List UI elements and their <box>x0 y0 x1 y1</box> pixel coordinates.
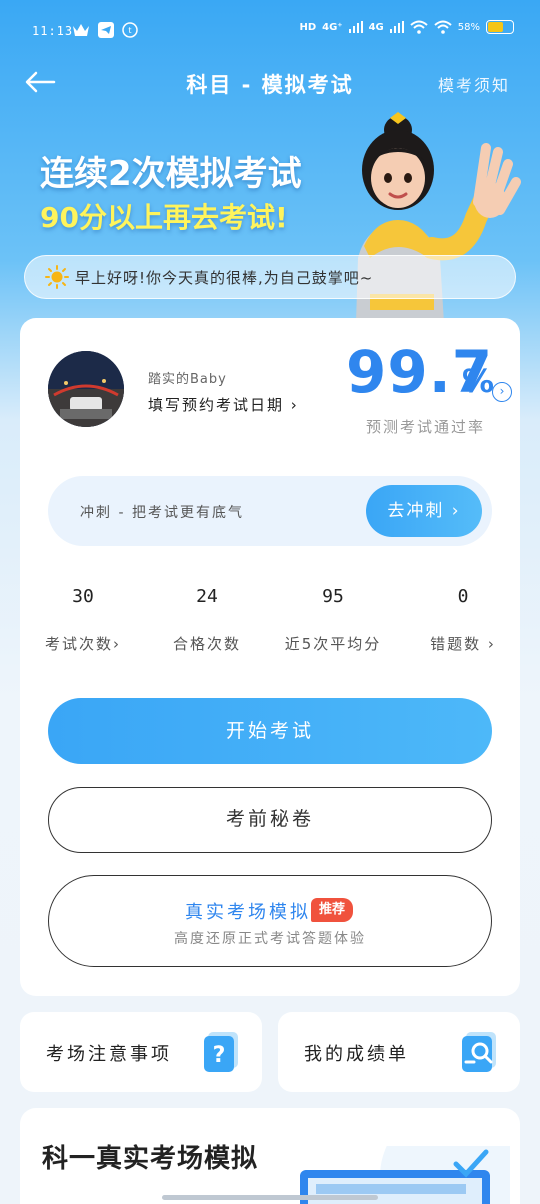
pass-rate-unit: % <box>462 362 495 400</box>
sprint-button[interactable]: 去冲刺 › <box>366 485 482 537</box>
system-icons: HD 4G⁺ 4G 58% <box>299 20 514 34</box>
stat-label: 考试次数› <box>45 635 121 653</box>
stat-pass-count: 24 合格次数 <box>162 586 252 654</box>
real-exam-section: 科一真实考场模拟 <box>20 1108 520 1204</box>
stat-value: 24 <box>196 586 218 607</box>
app-notification-icon: t <box>122 22 138 38</box>
wifi-icon-2 <box>434 20 452 34</box>
telegram-icon <box>98 22 114 38</box>
network-1: 4G⁺ <box>322 21 343 33</box>
score-report-label: 我的成绩单 <box>304 1044 409 1065</box>
stat-value: 0 <box>457 586 469 607</box>
stat-value: 95 <box>322 586 344 607</box>
pre-exam-paper-button[interactable]: 考前秘卷 <box>48 787 492 853</box>
exam-date-link[interactable]: 填写预约考试日期 › <box>148 394 299 415</box>
greeting-bar: 早上好呀!你今天真的很棒,为自己鼓掌吧~ <box>24 255 516 299</box>
exam-notes-card[interactable]: 考场注意事项 ? <box>20 1012 262 1092</box>
svg-text:t: t <box>128 26 131 35</box>
start-exam-button[interactable]: 开始考试 <box>48 698 492 764</box>
stat-value: 30 <box>72 586 94 607</box>
banner-subheadline: 90分以上再去考试! <box>40 201 288 234</box>
home-indicator[interactable] <box>162 1195 378 1200</box>
network-2: 4G <box>368 21 384 33</box>
stat-wrong-count[interactable]: 0 错题数 › <box>418 586 508 654</box>
search-report-icon <box>462 1032 496 1072</box>
real-exam-simulation-button[interactable]: 真实考场模拟 推荐 高度还原正式考试答题体验 <box>48 875 492 967</box>
recommend-badge: 推荐 <box>311 898 354 922</box>
sprint-text: 冲刺 - 把考试更有底气 <box>80 505 244 521</box>
stats-row: 30 考试次数› 24 合格次数 95 近5次平均分 0 错题数 › <box>20 586 520 666</box>
signal-icon-2 <box>389 21 404 33</box>
stat-label: 近5次平均分 <box>284 635 382 653</box>
pass-rate-arrow-icon[interactable]: › <box>492 382 512 402</box>
wifi-icon <box>410 20 428 34</box>
greeting-text: 早上好呀!你今天真的很棒,为自己鼓掌吧~ <box>75 268 374 287</box>
score-report-card[interactable]: 我的成绩单 <box>278 1012 520 1092</box>
status-bar: 11:13 t HD 4G⁺ 4G 58% <box>0 0 540 62</box>
stat-label: 错题数 › <box>430 635 496 653</box>
battery-percent: 58% <box>457 21 480 33</box>
notification-icons: t <box>72 22 138 38</box>
stat-label: 合格次数 <box>172 635 241 653</box>
hd-label: HD <box>299 21 317 33</box>
main-exam-card: 踏实的Baby 填写预约考试日期 › 99.7 % › 预测考试通过率 冲刺 -… <box>20 318 520 996</box>
svg-text:?: ? <box>213 1043 226 1068</box>
user-name: 踏实的Baby <box>148 372 227 387</box>
stat-avg-score: 95 近5次平均分 <box>276 586 390 654</box>
real-exam-subtitle: 高度还原正式考试答题体验 <box>174 931 366 947</box>
section-title: 科一真实考场模拟 <box>42 1144 259 1174</box>
battery-icon <box>486 20 514 34</box>
question-icon: ? <box>204 1032 238 1072</box>
sun-icon <box>45 265 69 289</box>
status-time: 11:13 <box>32 24 74 38</box>
real-exam-title: 真实考场模拟 <box>185 902 311 923</box>
signal-icon <box>348 21 363 33</box>
avatar[interactable] <box>48 351 124 427</box>
stat-exam-count[interactable]: 30 考试次数› <box>38 586 128 654</box>
sprint-bar: 冲刺 - 把考试更有底气 去冲刺 › <box>48 476 492 546</box>
banner-headline: 连续2次模拟考试 <box>40 154 302 194</box>
crown-icon <box>73 24 89 36</box>
header: 科目 - 模拟考试 模考须知 <box>0 62 540 102</box>
exam-notice-link[interactable]: 模考须知 <box>438 72 510 96</box>
exam-notes-label: 考场注意事项 <box>46 1044 172 1065</box>
pass-rate-label: 预测考试通过率 <box>366 418 486 436</box>
